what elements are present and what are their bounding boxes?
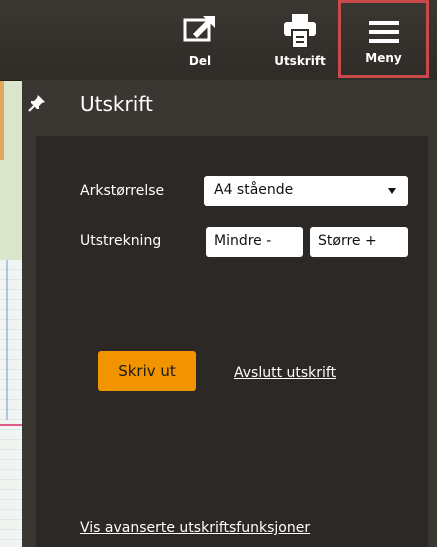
panel-title: Utskrift [80,92,153,116]
map-road [0,80,4,160]
extent-label: Utstrekning [80,233,162,249]
exit-print-link[interactable]: Avslutt utskrift [234,365,336,381]
chevron-down-icon [388,188,396,194]
hamburger-icon [368,21,399,43]
print-panel-header: Utskrift [22,80,437,132]
menu-button[interactable]: Meny [338,0,429,78]
share-label: Del [188,54,212,68]
paper-size-select[interactable]: A4 stående [204,176,408,206]
pin-icon[interactable] [28,94,46,112]
larger-extent-button[interactable]: Større + [310,227,408,257]
paper-size-label: Arkstørrelse [80,183,165,199]
map-water-line [6,260,8,420]
share-icon [183,16,215,42]
share-button[interactable]: Del [163,0,237,80]
map-boundary-line [0,424,22,426]
print-panel: Arkstørrelse A4 stående Utstrekning Mind… [36,136,428,547]
menu-label: Meny [365,51,402,65]
map-background[interactable] [0,80,22,547]
smaller-extent-button[interactable]: Mindre - [206,227,303,257]
top-toolbar: Del Utskrift Meny [0,0,437,81]
printer-icon [284,14,316,48]
paper-size-value: A4 stående [214,182,294,198]
print-tool-button[interactable]: Utskrift [263,0,337,80]
advanced-print-link[interactable]: Vis avanserte utskriftsfunksjoner [80,520,310,536]
print-button[interactable]: Skriv ut [98,351,196,391]
print-tool-label: Utskrift [274,54,326,68]
